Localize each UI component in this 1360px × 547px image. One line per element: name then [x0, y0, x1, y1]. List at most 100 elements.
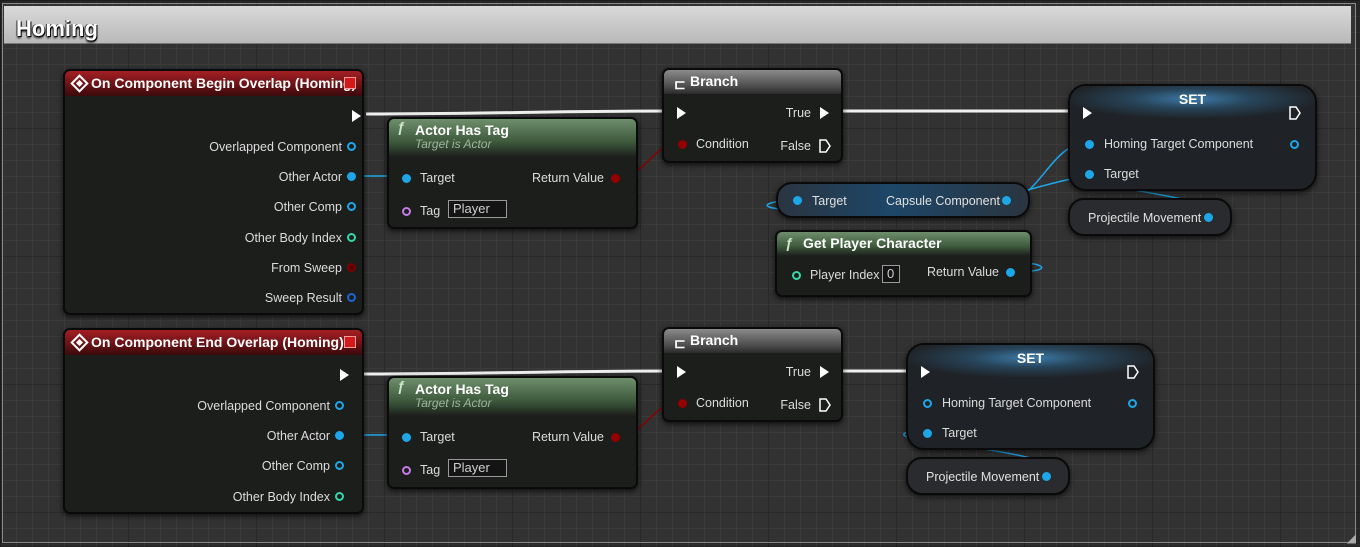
pin-projectile-movement[interactable] [1042, 472, 1051, 481]
function-icon: ƒ [397, 119, 405, 135]
pin-label-return-value: Return Value [531, 171, 604, 185]
pin-homing-target-output[interactable] [1290, 140, 1299, 149]
branch-header: ⊏ Branch [664, 329, 841, 353]
replicate-stop-icon [344, 77, 356, 89]
exec-out-pin[interactable] [1289, 106, 1302, 120]
branch-header: ⊏ Branch [664, 70, 841, 94]
pin-label-return-value: Return Value [531, 430, 604, 444]
projectile-movement-label: Projectile Movement [926, 470, 1040, 484]
pin-label-other-actor: Other Actor [266, 429, 330, 443]
tag-input-field[interactable]: Player [448, 200, 507, 218]
pin-condition[interactable] [678, 140, 687, 149]
pin-label-return-value: Return Value [926, 265, 999, 279]
projectile-movement-label: Projectile Movement [1088, 211, 1202, 225]
pin-target[interactable] [923, 429, 932, 438]
pin-label-target: Target [420, 430, 455, 444]
branch-node[interactable]: ⊏ Branch True Condition False [662, 327, 843, 422]
exec-true-pin[interactable] [820, 107, 829, 119]
set-variable-node[interactable]: SET Homing Target Component Target [906, 343, 1155, 450]
pin-label-target: Target [420, 171, 455, 185]
pin-label-false: False [780, 398, 811, 412]
exec-out-pin[interactable] [340, 369, 349, 381]
pin-homing-target-component[interactable] [923, 399, 932, 408]
pin-label-capsule-component: Capsule Component [886, 194, 1000, 208]
event-end-overlap-title: On Component End Overlap (Homing) [91, 334, 344, 350]
pin-label-condition: Condition [696, 396, 749, 410]
replicate-stop-icon [344, 336, 356, 348]
tag-input-field[interactable]: Player [448, 459, 507, 477]
pin-projectile-movement[interactable] [1204, 213, 1213, 222]
pin-return-value[interactable] [1006, 268, 1015, 277]
branch-title: Branch [690, 73, 739, 89]
exec-false-pin[interactable] [819, 398, 832, 412]
resize-handle-icon[interactable]: ◢ [1347, 531, 1356, 545]
exec-in-pin[interactable] [1083, 107, 1092, 119]
function-icon: ƒ [785, 235, 793, 251]
pin-label-target: Target [942, 426, 977, 440]
exec-out-pin[interactable] [352, 110, 361, 122]
pin-tag[interactable] [402, 466, 411, 475]
actor-has-tag-subtitle: Target is Actor [415, 137, 492, 151]
branch-icon: ⊏ [674, 76, 686, 92]
set-variable-node[interactable]: SET Homing Target Component Target [1068, 84, 1317, 191]
pin-other-actor[interactable] [335, 431, 344, 440]
pin-label-tag: Tag [420, 204, 441, 218]
capsule-component-getter[interactable]: Target Capsule Component [776, 182, 1030, 218]
branch-node[interactable]: ⊏ Branch True Condition False [662, 68, 843, 163]
pin-label-sweep-result: Sweep Result [264, 291, 342, 305]
actor-has-tag-node[interactable]: ƒ Actor Has Tag Target is Actor Target R… [387, 117, 638, 229]
get-player-character-header: ƒ Get Player Character [777, 232, 1030, 256]
pin-label-overlapped-component: Overlapped Component [197, 399, 330, 413]
pin-target[interactable] [402, 174, 411, 183]
pin-other-body-index[interactable] [347, 233, 356, 242]
exec-false-pin[interactable] [819, 139, 832, 153]
comment-header[interactable]: Homing [4, 6, 1351, 44]
pin-target[interactable] [402, 433, 411, 442]
get-player-character-node[interactable]: ƒ Get Player Character Player Index 0 Re… [775, 230, 1032, 297]
actor-has-tag-node[interactable]: ƒ Actor Has Tag Target is Actor Target R… [387, 376, 638, 489]
exec-true-pin[interactable] [820, 366, 829, 378]
pin-other-comp[interactable] [335, 461, 344, 470]
pin-target[interactable] [1085, 170, 1094, 179]
comment-title: Homing [16, 16, 98, 41]
pin-label-target: Target [1104, 167, 1139, 181]
pin-tag[interactable] [402, 207, 411, 216]
pin-return-value[interactable] [611, 433, 620, 442]
event-begin-overlap-node[interactable]: On Component Begin Overlap (Homing) Over… [63, 69, 364, 315]
pin-from-sweep[interactable] [347, 263, 356, 272]
pin-condition[interactable] [678, 399, 687, 408]
event-end-overlap-header: On Component End Overlap (Homing) [65, 330, 362, 355]
pin-label-overlapped-component: Overlapped Component [209, 140, 342, 154]
pin-label-condition: Condition [696, 137, 749, 151]
pin-sweep-result[interactable] [347, 293, 356, 302]
pin-label-other-actor: Other Actor [278, 170, 342, 184]
event-end-overlap-node[interactable]: On Component End Overlap (Homing) Overla… [63, 328, 364, 514]
event-begin-overlap-header: On Component Begin Overlap (Homing) [65, 71, 362, 96]
exec-out-pin[interactable] [1127, 365, 1140, 379]
pin-other-comp[interactable] [347, 202, 356, 211]
pin-homing-target-component[interactable] [1085, 140, 1094, 149]
pin-overlapped-component[interactable] [335, 401, 344, 410]
projectile-movement-getter[interactable]: Projectile Movement [906, 457, 1070, 495]
player-index-input[interactable]: 0 [882, 265, 900, 283]
pin-overlapped-component[interactable] [347, 142, 356, 151]
pin-label-player-index: Player Index [810, 268, 880, 282]
exec-in-pin[interactable] [677, 366, 686, 378]
pin-label-other-comp: Other Comp [273, 200, 342, 214]
pin-label-false: False [780, 139, 811, 153]
pin-return-value[interactable] [611, 174, 620, 183]
pin-other-body-index[interactable] [335, 492, 344, 501]
actor-has-tag-header: ƒ Actor Has Tag Target is Actor [389, 378, 636, 416]
event-icon [70, 333, 89, 352]
exec-in-pin[interactable] [677, 107, 686, 119]
event-begin-overlap-title: On Component Begin Overlap (Homing) [91, 75, 357, 91]
pin-homing-target-output[interactable] [1128, 399, 1137, 408]
function-icon: ƒ [397, 378, 405, 394]
projectile-movement-getter[interactable]: Projectile Movement [1068, 198, 1232, 236]
exec-in-pin[interactable] [921, 366, 930, 378]
pin-capsule-component[interactable] [1002, 196, 1011, 205]
pin-player-index[interactable] [792, 271, 801, 280]
pin-other-actor[interactable] [347, 172, 356, 181]
pin-label-other-comp: Other Comp [261, 459, 330, 473]
pin-target[interactable] [793, 196, 802, 205]
